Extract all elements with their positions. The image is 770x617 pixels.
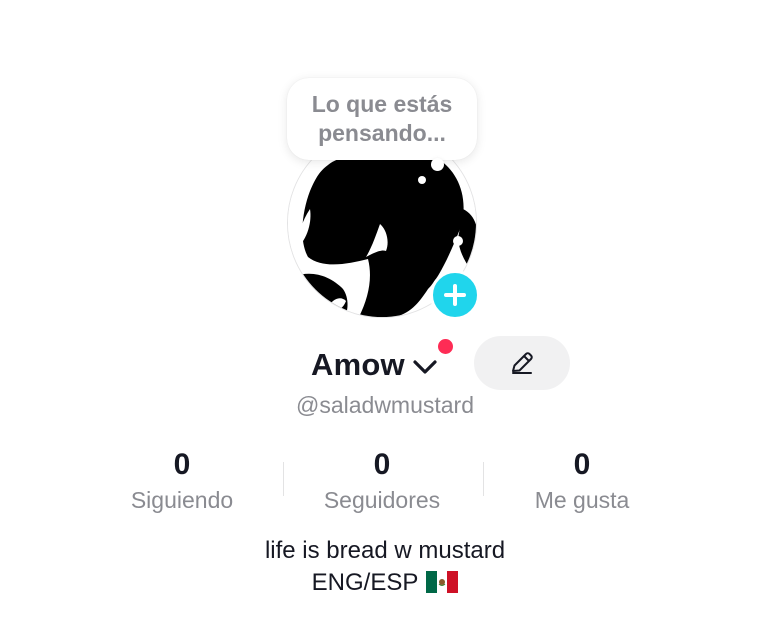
stat-value: 0 — [173, 448, 191, 481]
display-name-row: Amow — [311, 340, 437, 390]
mexico-flag-icon — [426, 570, 459, 602]
bio: life is bread w mustard ENG/ESP — [0, 535, 770, 602]
thought-bubble-tail-large — [431, 158, 444, 171]
stat-followers[interactable]: 0 Seguidores — [282, 446, 482, 518]
bio-line-1: life is bread w mustard — [264, 537, 506, 564]
stat-value: 0 — [573, 448, 591, 481]
stat-value: 0 — [373, 448, 391, 481]
stat-divider — [483, 462, 484, 496]
bio-languages: ENG/ESP — [311, 569, 419, 596]
display-name: Amow — [311, 347, 405, 382]
stat-following[interactable]: 0 Siguiendo — [82, 446, 282, 518]
edit-profile-button[interactable] — [474, 336, 570, 390]
add-avatar-button[interactable] — [430, 270, 480, 320]
stat-label: Siguiendo — [130, 487, 234, 513]
thought-bubble-tail-small — [418, 176, 426, 184]
stat-likes[interactable]: 0 Me gusta — [482, 446, 682, 518]
bio-line-2: ENG/ESP — [0, 567, 770, 602]
username: @saladwmustard — [295, 392, 475, 418]
thought-bubble-line2: pensando... — [318, 120, 446, 146]
stat-label: Me gusta — [534, 487, 630, 513]
stat-label: Seguidores — [323, 487, 441, 513]
thought-bubble[interactable]: Lo que estás pensando... — [287, 78, 477, 160]
stat-divider — [283, 462, 284, 496]
pencil-icon — [512, 352, 533, 374]
profile-stats: 0 Siguiendo 0 Seguidores 0 Me gusta — [82, 446, 682, 518]
notification-dot — [438, 339, 453, 354]
thought-bubble-line1: Lo que estás — [311, 91, 453, 117]
account-switch-button[interactable] — [413, 359, 437, 375]
plus-icon — [444, 284, 466, 306]
chevron-down-icon — [413, 360, 437, 374]
